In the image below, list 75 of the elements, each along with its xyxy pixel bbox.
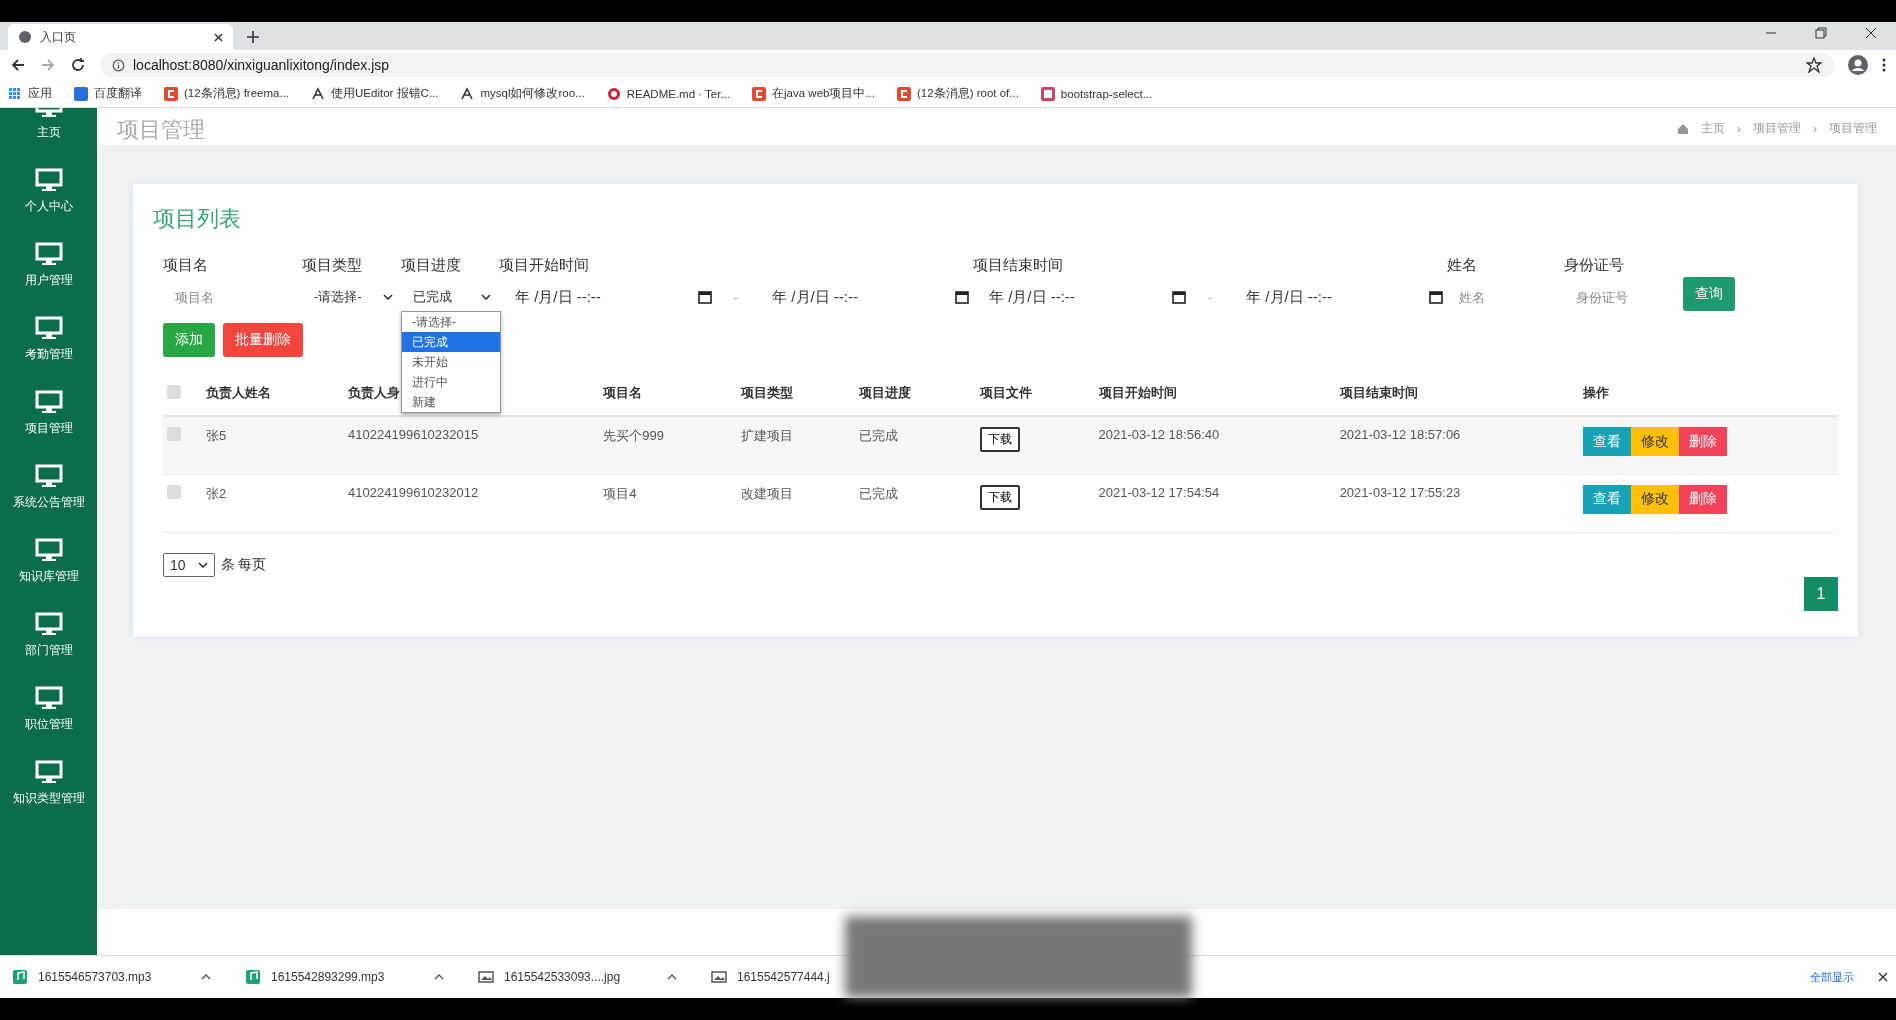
sidebar-item[interactable]: 知识库管理	[0, 524, 97, 598]
table-cell: 先买个999	[602, 416, 741, 474]
sidebar-item[interactable]: 部门管理	[0, 598, 97, 672]
table-cell: 张2	[205, 474, 348, 532]
delete-button[interactable]: 删除	[1678, 427, 1727, 456]
bookmark[interactable]: 使用UEditor 报错C...	[311, 86, 439, 101]
browser-tab[interactable]: 入口页	[8, 24, 233, 50]
select-field[interactable]: -请选择-	[302, 283, 401, 311]
page-button[interactable]: 1	[1804, 576, 1838, 611]
card-title: 项目列表	[153, 205, 242, 233]
table-cell: 张5	[205, 416, 348, 474]
table-cell: 已完成	[858, 474, 980, 532]
sidebar-item[interactable]: 用户管理	[0, 228, 97, 302]
page-title: 项目管理	[117, 119, 205, 141]
show-all-link[interactable]: 全部显示	[1810, 969, 1854, 985]
filter-label: 项目开始时间	[499, 256, 590, 275]
download-item[interactable]: 1615542893299.mp3	[233, 969, 466, 985]
dropdown-option[interactable]: 进行中	[402, 372, 500, 392]
dropdown-option[interactable]: 未开始	[402, 352, 500, 372]
date-field[interactable]: 年 /月/日 --:--	[973, 287, 1190, 307]
filter-label: 项目名	[163, 256, 209, 275]
tab-title: 入口页	[40, 28, 77, 46]
page-size-select[interactable]: 10	[163, 552, 215, 577]
sidebar-item[interactable]: 知识类型管理	[0, 746, 97, 820]
edit-button[interactable]: 修改	[1630, 484, 1679, 514]
download-item[interactable]: 1615542533093....jpg	[466, 969, 699, 985]
date-field[interactable]: 年 /月/日 --:--	[499, 287, 716, 307]
delete-button[interactable]: 删除	[1678, 484, 1727, 514]
bookmark[interactable]: 在java web项目中...	[752, 86, 875, 101]
filter-label: 项目类型	[302, 256, 363, 275]
date-field[interactable]: 年 /月/日 --:--	[1230, 287, 1447, 307]
bookmark[interactable]: README.md · Ter...	[606, 86, 731, 101]
table-cell: 改建项目	[740, 474, 859, 532]
filter-label: 姓名	[1447, 256, 1478, 275]
sidebar-item[interactable]: 个人中心	[0, 154, 97, 228]
page-size-label: 条 每页	[220, 555, 267, 574]
table-cell: 2021-03-12 18:57:06	[1338, 416, 1582, 474]
breadcrumb-separator: ›	[1813, 121, 1817, 136]
download-item[interactable]: 1615546573703.mp3	[0, 969, 233, 985]
breadcrumb-separator: ›	[1737, 121, 1741, 136]
bookmark[interactable]: 应用	[8, 86, 52, 101]
table-cell: 2021-03-12 17:54:54	[1097, 474, 1339, 532]
edit-button[interactable]: 修改	[1630, 427, 1679, 456]
download-item[interactable]: 1615542577444.j	[699, 969, 830, 985]
sidebar-item[interactable]: 主页	[0, 108, 97, 154]
filter-label: 项目进度	[401, 256, 462, 275]
sidebar-item[interactable]: 职位管理	[0, 672, 97, 746]
filter-label: 项目结束时间	[973, 256, 1064, 275]
download-button[interactable]: 下载	[980, 484, 1021, 510]
bookmark[interactable]: mysql如何修改roo...	[460, 86, 585, 101]
bookmark[interactable]: bootstrap-select...	[1040, 86, 1153, 101]
table-cell: 410224199610232012	[347, 474, 603, 532]
address-bar[interactable]: localhost:8080/xinxiguanlixitong/index.jsp	[100, 53, 1834, 77]
table-cell: 扩建项目	[740, 416, 859, 474]
table-cell: 410224199610232015	[347, 416, 603, 474]
dropdown-option[interactable]: -请选择-	[402, 312, 500, 332]
table-cell: 2021-03-12 17:55:23	[1338, 474, 1582, 532]
sidebar-item[interactable]: 系统公告管理	[0, 450, 97, 524]
sidebar-item[interactable]: 项目管理	[0, 376, 97, 450]
sidebar-item[interactable]: 考勤管理	[0, 302, 97, 376]
table-cell: 项目4	[602, 474, 741, 532]
table-cell: 已完成	[858, 416, 980, 474]
batch-delete-button[interactable]: 批量删除	[223, 323, 303, 357]
table-cell: 2021-03-12 18:56:40	[1097, 416, 1339, 474]
bookmark[interactable]: 百度翻译	[74, 86, 142, 101]
search-button[interactable]: 查询	[1683, 277, 1735, 311]
filter-label: 身份证号	[1564, 256, 1625, 275]
download-button[interactable]: 下载	[980, 427, 1021, 452]
date-field[interactable]: 年 /月/日 --:--	[756, 287, 973, 307]
range-separator: -	[733, 289, 739, 305]
bookmark[interactable]: (12条消息) root of...	[897, 86, 1019, 101]
dropdown-option[interactable]: 已完成	[402, 332, 500, 352]
dropdown-option[interactable]: 新建	[402, 392, 500, 412]
bookmark[interactable]: (12条消息) freema...	[164, 86, 290, 101]
range-separator: -	[1207, 289, 1213, 305]
